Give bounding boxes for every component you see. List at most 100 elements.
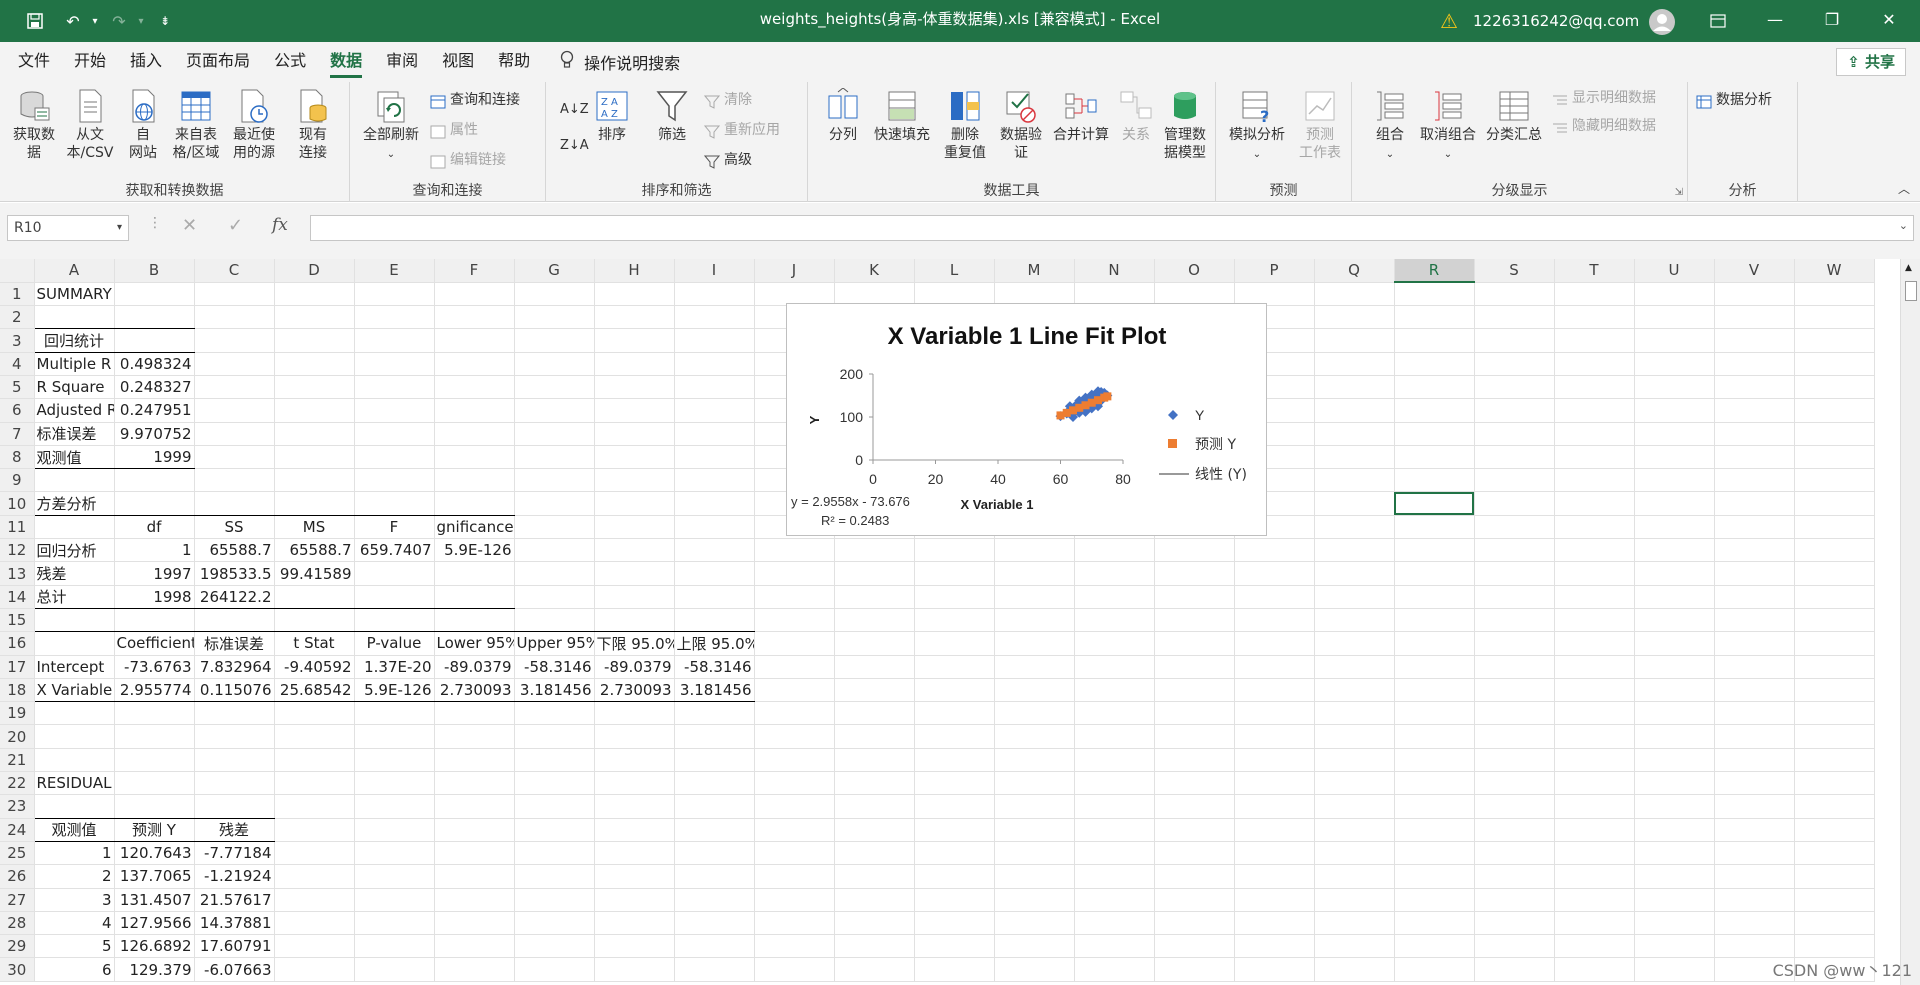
cell[interactable] bbox=[354, 305, 435, 330]
cell[interactable] bbox=[1474, 655, 1555, 679]
cell[interactable] bbox=[1474, 491, 1555, 516]
cell[interactable] bbox=[1234, 911, 1315, 936]
name-box[interactable]: R10 ▾ bbox=[7, 215, 129, 241]
consolidate-button[interactable]: 合并计算 bbox=[1048, 88, 1114, 144]
properties-button[interactable]: 属性 bbox=[430, 118, 478, 142]
cell[interactable] bbox=[1794, 655, 1875, 679]
cell[interactable] bbox=[674, 585, 755, 609]
cell[interactable] bbox=[1154, 678, 1235, 703]
text-to-columns-button[interactable]: 分列 bbox=[822, 88, 864, 144]
ungroup-button[interactable]: 取消组合 ⌄ bbox=[1416, 88, 1480, 164]
cell[interactable] bbox=[1234, 678, 1315, 703]
cell[interactable] bbox=[274, 701, 355, 726]
row-header[interactable]: 11 bbox=[0, 515, 35, 540]
cell[interactable] bbox=[594, 561, 675, 586]
cell[interactable] bbox=[1154, 724, 1235, 749]
cell[interactable] bbox=[354, 957, 435, 982]
cell[interactable] bbox=[1714, 678, 1795, 703]
cell[interactable] bbox=[594, 608, 675, 633]
cell[interactable] bbox=[674, 864, 755, 889]
cell[interactable] bbox=[1394, 515, 1475, 540]
cell[interactable] bbox=[1394, 864, 1475, 889]
cell[interactable]: Coefficients bbox=[114, 631, 195, 656]
cell[interactable] bbox=[1234, 585, 1315, 609]
cell[interactable]: 14.37881 bbox=[194, 911, 275, 936]
cell[interactable] bbox=[1714, 631, 1795, 656]
column-header[interactable]: Q bbox=[1314, 259, 1395, 283]
cell[interactable] bbox=[1634, 631, 1715, 656]
relationships-button[interactable]: 关系 bbox=[1114, 88, 1158, 144]
cell[interactable]: Upper 95% bbox=[514, 631, 595, 656]
cell[interactable] bbox=[1634, 771, 1715, 796]
cell[interactable] bbox=[1794, 818, 1875, 842]
cell[interactable] bbox=[1794, 678, 1875, 703]
cell[interactable]: -1.21924 bbox=[194, 864, 275, 889]
account-name[interactable]: 1226316242@qq.com bbox=[1473, 0, 1639, 42]
cell[interactable] bbox=[1794, 911, 1875, 936]
cell[interactable] bbox=[1554, 585, 1635, 609]
cell[interactable]: 127.9566 bbox=[114, 911, 195, 936]
row-header[interactable]: 24 bbox=[0, 818, 35, 842]
cell[interactable] bbox=[1714, 468, 1795, 493]
row-header[interactable]: 13 bbox=[0, 561, 35, 586]
column-header[interactable]: S bbox=[1474, 259, 1555, 283]
cell[interactable] bbox=[1794, 468, 1875, 493]
cell[interactable] bbox=[1474, 957, 1555, 982]
cell[interactable] bbox=[1554, 515, 1635, 540]
cell[interactable] bbox=[354, 748, 435, 773]
cell[interactable] bbox=[1314, 468, 1395, 493]
column-header[interactable]: W bbox=[1794, 259, 1875, 283]
cell[interactable]: 21.57617 bbox=[194, 888, 275, 912]
cell[interactable] bbox=[1634, 794, 1715, 819]
cell[interactable] bbox=[114, 794, 195, 819]
cell[interactable] bbox=[914, 771, 995, 796]
cell[interactable] bbox=[1794, 352, 1875, 376]
cell[interactable] bbox=[914, 818, 995, 842]
cell[interactable] bbox=[1794, 491, 1875, 516]
cell[interactable] bbox=[354, 491, 435, 516]
cell[interactable]: R Square bbox=[34, 375, 115, 400]
cell[interactable] bbox=[834, 701, 915, 726]
cell[interactable] bbox=[834, 888, 915, 912]
cell[interactable] bbox=[514, 934, 595, 959]
row-header[interactable]: 18 bbox=[0, 678, 35, 703]
cell[interactable]: 120.7643 bbox=[114, 841, 195, 866]
cell[interactable]: 1997 bbox=[114, 561, 195, 586]
cell[interactable] bbox=[754, 771, 835, 796]
cell[interactable] bbox=[1394, 771, 1475, 796]
cell[interactable] bbox=[1554, 375, 1635, 400]
cell[interactable] bbox=[1714, 794, 1795, 819]
cell[interactable] bbox=[194, 328, 275, 353]
cell[interactable] bbox=[1314, 375, 1395, 400]
cell[interactable] bbox=[754, 864, 835, 889]
cell[interactable] bbox=[994, 748, 1075, 773]
cell[interactable] bbox=[1794, 864, 1875, 889]
cell[interactable] bbox=[1634, 491, 1715, 516]
cell[interactable]: 标准误差 bbox=[194, 631, 275, 656]
tab-formulas[interactable]: 公式 bbox=[262, 42, 318, 82]
cell[interactable] bbox=[914, 631, 995, 656]
cell[interactable] bbox=[994, 608, 1075, 633]
tab-insert[interactable]: 插入 bbox=[118, 42, 174, 82]
cell[interactable] bbox=[34, 748, 115, 773]
cell[interactable] bbox=[834, 655, 915, 679]
cell[interactable] bbox=[1794, 888, 1875, 912]
cell[interactable] bbox=[1474, 794, 1555, 819]
cell[interactable] bbox=[1474, 282, 1555, 307]
cell[interactable] bbox=[1474, 934, 1555, 959]
cell[interactable]: -7.77184 bbox=[194, 841, 275, 866]
cell[interactable] bbox=[1154, 608, 1235, 633]
cell[interactable] bbox=[434, 841, 515, 866]
remove-duplicates-button[interactable]: 删除 重复值 bbox=[938, 88, 992, 162]
cell[interactable] bbox=[1554, 888, 1635, 912]
cell[interactable] bbox=[1394, 468, 1475, 493]
cell[interactable] bbox=[514, 538, 595, 563]
cell[interactable]: Intercept bbox=[34, 655, 115, 679]
cell[interactable] bbox=[1074, 864, 1155, 889]
cell[interactable] bbox=[1714, 864, 1795, 889]
cell[interactable] bbox=[114, 608, 195, 633]
cell[interactable]: 1.37E-20 bbox=[354, 655, 435, 679]
row-header[interactable]: 7 bbox=[0, 422, 35, 446]
cell[interactable] bbox=[914, 608, 995, 633]
tab-view[interactable]: 视图 bbox=[430, 42, 486, 82]
